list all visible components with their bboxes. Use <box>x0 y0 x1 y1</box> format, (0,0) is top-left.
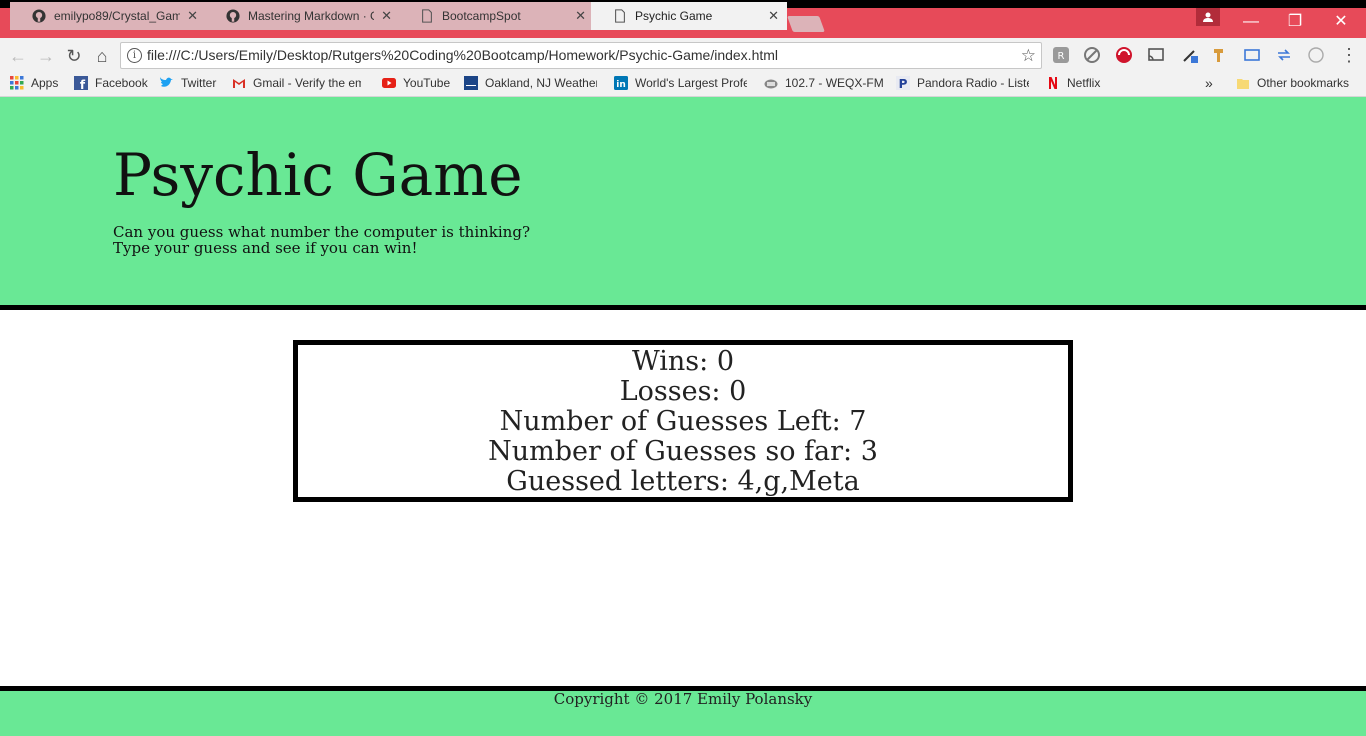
subtitle-line: Can you guess what number the computer i… <box>113 223 530 241</box>
extension-icon[interactable] <box>1211 46 1229 64</box>
guessed-letters: Guessed letters: 4,g,Meta <box>506 466 860 497</box>
back-icon[interactable]: ← <box>6 45 30 67</box>
hero-divider <box>0 305 1366 310</box>
extension-icon[interactable] <box>1083 46 1101 64</box>
tab-psychic-game[interactable]: Psychic Game ✕ <box>591 2 787 30</box>
page-subtitle: Can you guess what number the computer i… <box>113 224 530 256</box>
bookmark-twitter[interactable]: Twitter <box>160 72 216 96</box>
bookmark-apps[interactable]: Apps <box>10 72 58 96</box>
subtitle-line: Type your guess and see if you can win! <box>113 239 418 257</box>
page-title: Psychic Game <box>113 141 523 209</box>
guesses-left: Number of Guesses Left: 7 <box>499 406 867 437</box>
bookmark-label: Facebook <box>95 76 148 90</box>
tab-bootcampspot[interactable]: BootcampSpot ✕ <box>398 2 594 30</box>
other-bookmarks-folder[interactable]: Other bookmarks <box>1236 72 1349 96</box>
extension-icon[interactable] <box>1115 46 1133 64</box>
tab-title: emilypo89/Crystal_Game <box>54 9 180 23</box>
bookmark-label: Gmail - Verify the em <box>253 76 361 90</box>
bookmark-label: YouTube <box>403 76 451 90</box>
footer: Copyright © 2017 Emily Polansky <box>0 691 1366 736</box>
apps-grid-icon <box>10 76 24 90</box>
pandora-icon: P <box>896 76 910 90</box>
bookmark-label: World's Largest Profe <box>635 76 747 90</box>
bookmark-youtube[interactable]: YouTube <box>382 72 450 96</box>
tab-mastering-markdown[interactable]: Mastering Markdown · G ✕ <box>204 2 400 30</box>
bookmark-star-icon[interactable]: ☆ <box>1021 43 1036 68</box>
window-close-icon[interactable]: ✕ <box>1318 8 1364 36</box>
bookmark-label: Netflix <box>1067 76 1101 90</box>
tab-crystal-game[interactable]: emilypo89/Crystal_Game ✕ <box>10 2 206 30</box>
bookmark-weqx[interactable]: 102.7 - WEQX-FM <box>764 72 884 96</box>
bookmark-pandora[interactable]: P Pandora Radio - Liste <box>896 72 1029 96</box>
svg-text:R: R <box>1058 51 1065 62</box>
extension-icon[interactable] <box>1307 46 1325 64</box>
bookmark-label: Pandora Radio - Liste <box>917 76 1029 90</box>
svg-text:f: f <box>80 78 86 90</box>
bookmarks-overflow-chevron-icon[interactable]: » <box>1205 72 1213 96</box>
twitter-icon <box>160 77 173 87</box>
gmail-icon <box>233 79 245 88</box>
bookmark-label: 102.7 - WEQX-FM <box>785 76 884 90</box>
bookmark-linkedin[interactable]: in World's Largest Profe <box>614 72 747 96</box>
youtube-icon <box>382 78 396 88</box>
screenshot-icon[interactable] <box>1243 46 1261 64</box>
profile-icon[interactable] <box>1196 8 1220 26</box>
bookmark-facebook[interactable]: f Facebook <box>74 72 148 96</box>
tab-title: Mastering Markdown · G <box>248 9 374 23</box>
page-icon <box>615 9 625 23</box>
new-tab-button[interactable] <box>787 16 825 32</box>
menu-icon[interactable]: ⋮ <box>1340 44 1358 66</box>
forward-icon[interactable]: → <box>34 45 58 67</box>
facebook-icon: f <box>74 76 88 90</box>
netflix-icon <box>1049 77 1057 89</box>
bookmark-gmail[interactable]: Gmail - Verify the em <box>232 72 361 96</box>
bookmark-label: Oakland, NJ Weather <box>485 76 597 90</box>
losses-count: Losses: 0 <box>619 376 747 407</box>
tab-close-icon[interactable]: ✕ <box>381 2 392 30</box>
home-icon[interactable]: ⌂ <box>90 45 114 67</box>
svg-text:P: P <box>899 77 908 90</box>
bookmark-label: Twitter <box>181 76 217 90</box>
bookmark-label: Apps <box>31 76 59 90</box>
page-icon <box>422 9 432 23</box>
page-info-icon[interactable]: i <box>127 48 142 63</box>
radio-icon <box>764 79 778 89</box>
github-icon <box>226 9 240 23</box>
wins-count: Wins: 0 <box>631 346 734 377</box>
copyright-text: Copyright © 2017 Emily Polansky <box>553 690 813 708</box>
extension-icon[interactable]: R <box>1052 46 1070 64</box>
tab-title: Psychic Game <box>635 9 713 23</box>
folder-icon <box>1237 79 1249 89</box>
tab-title: BootcampSpot <box>442 9 521 23</box>
cast-icon[interactable] <box>1147 46 1165 64</box>
bookmark-weather[interactable]: Oakland, NJ Weather <box>464 72 597 96</box>
url-text[interactable]: file:///C:/Users/Emily/Desktop/Rutgers%2… <box>147 43 778 68</box>
weather-channel-icon <box>464 76 478 90</box>
minimize-icon[interactable]: — <box>1228 8 1274 36</box>
guesses-so-far: Number of Guesses so far: 3 <box>488 436 878 467</box>
score-panel: Wins: 0 Losses: 0 Number of Guesses Left… <box>293 340 1073 502</box>
sync-arrows-icon[interactable] <box>1275 46 1293 64</box>
restore-icon[interactable]: ❐ <box>1272 8 1318 36</box>
eyedropper-icon[interactable] <box>1181 46 1199 64</box>
svg-text:in: in <box>616 80 626 90</box>
tab-close-icon[interactable]: ✕ <box>575 2 586 30</box>
tab-close-icon[interactable]: ✕ <box>768 2 779 30</box>
other-bookmarks-label: Other bookmarks <box>1257 76 1350 90</box>
linkedin-icon: in <box>614 76 628 90</box>
bookmark-netflix[interactable]: Netflix <box>1046 72 1100 96</box>
github-icon <box>32 9 46 23</box>
tab-close-icon[interactable]: ✕ <box>187 2 198 30</box>
reload-icon[interactable]: ↻ <box>62 45 86 67</box>
address-bar[interactable]: i file:///C:/Users/Emily/Desktop/Rutgers… <box>120 42 1042 69</box>
